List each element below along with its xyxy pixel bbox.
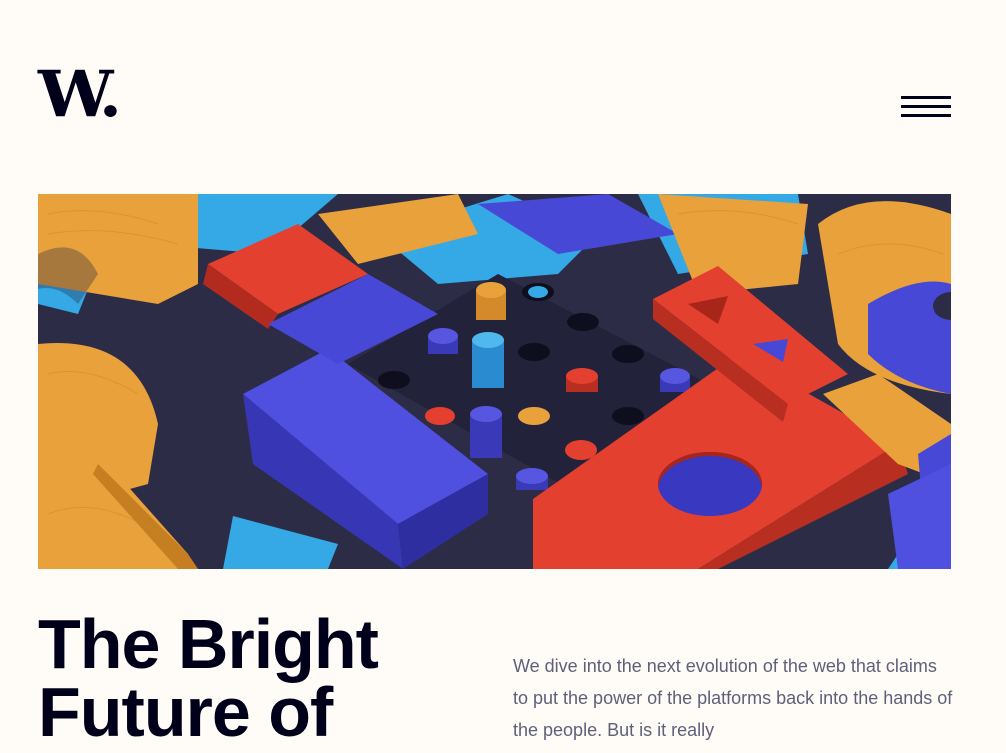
- menu-line: [901, 114, 951, 117]
- hero-image: [38, 194, 951, 569]
- article-intro: We dive into the next evolution of the w…: [513, 656, 953, 740]
- hamburger-menu-icon[interactable]: [901, 96, 951, 118]
- site-logo[interactable]: W.: [38, 57, 122, 132]
- logo-text: W.: [38, 57, 122, 132]
- menu-line: [901, 96, 951, 99]
- article-headline: The Bright Future of: [38, 605, 379, 751]
- menu-line: [901, 105, 951, 108]
- page: W. The Bright Future of We dive into the…: [0, 0, 1006, 753]
